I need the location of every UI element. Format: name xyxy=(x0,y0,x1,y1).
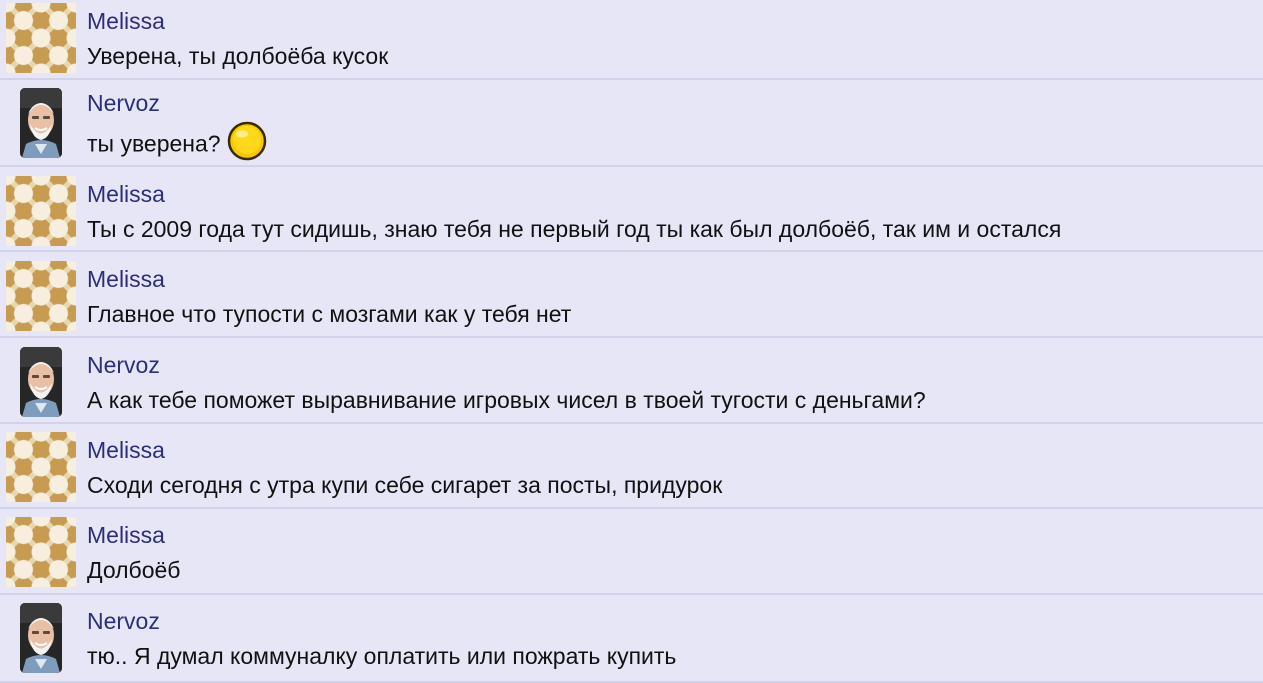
chat-message: Nervoz ты уверена? xyxy=(0,80,1263,167)
author-name[interactable]: Nervoz xyxy=(87,90,160,116)
user-avatar[interactable] xyxy=(20,88,62,158)
author-name[interactable]: Melissa xyxy=(87,266,165,292)
message-text: ты уверена? xyxy=(87,121,267,166)
chat-message: Melissa Главное что тупости с мозгами ка… xyxy=(0,252,1263,338)
message-text: Ты с 2009 года тут сидишь, знаю тебя не … xyxy=(87,216,1062,242)
chat-message: Melissa Сходи сегодня с утра купи себе с… xyxy=(0,424,1263,509)
message-text: А как тебе поможет выравнивание игровых … xyxy=(87,387,926,413)
chat-message: Melissa Ты с 2009 года тут сидишь, знаю … xyxy=(0,167,1263,252)
user-avatar[interactable] xyxy=(6,432,76,502)
chat-message-list: Melissa Уверена, ты долбоёба кусок Nervo… xyxy=(0,0,1263,683)
author-name[interactable]: Nervoz xyxy=(87,352,160,378)
user-avatar[interactable] xyxy=(6,261,76,331)
user-avatar[interactable] xyxy=(6,517,76,587)
user-avatar[interactable] xyxy=(20,603,62,673)
chat-message: Melissa Уверена, ты долбоёба кусок xyxy=(0,0,1263,80)
author-name[interactable]: Melissa xyxy=(87,181,165,207)
user-avatar[interactable] xyxy=(20,347,62,417)
chat-message: Nervoz тю.. Я думал коммуналку оплатить … xyxy=(0,595,1263,683)
chat-message: Melissa Долбоёб xyxy=(0,509,1263,595)
author-name[interactable]: Nervoz xyxy=(87,608,160,634)
message-text: Сходи сегодня с утра купи себе сигарет з… xyxy=(87,472,723,498)
message-text: Уверена, ты долбоёба кусок xyxy=(87,43,389,69)
smiley-icon xyxy=(227,121,267,166)
message-text: тю.. Я думал коммуналку оплатить или пож… xyxy=(87,643,677,669)
message-text: Долбоёб xyxy=(87,557,181,583)
author-name[interactable]: Melissa xyxy=(87,8,165,34)
user-avatar[interactable] xyxy=(6,3,76,73)
author-name[interactable]: Melissa xyxy=(87,437,165,463)
chat-message: Nervoz А как тебе поможет выравнивание и… xyxy=(0,338,1263,424)
user-avatar[interactable] xyxy=(6,176,76,246)
message-text: Главное что тупости с мозгами как у тебя… xyxy=(87,301,572,327)
author-name[interactable]: Melissa xyxy=(87,522,165,548)
message-text-content: ты уверена? xyxy=(87,130,221,157)
